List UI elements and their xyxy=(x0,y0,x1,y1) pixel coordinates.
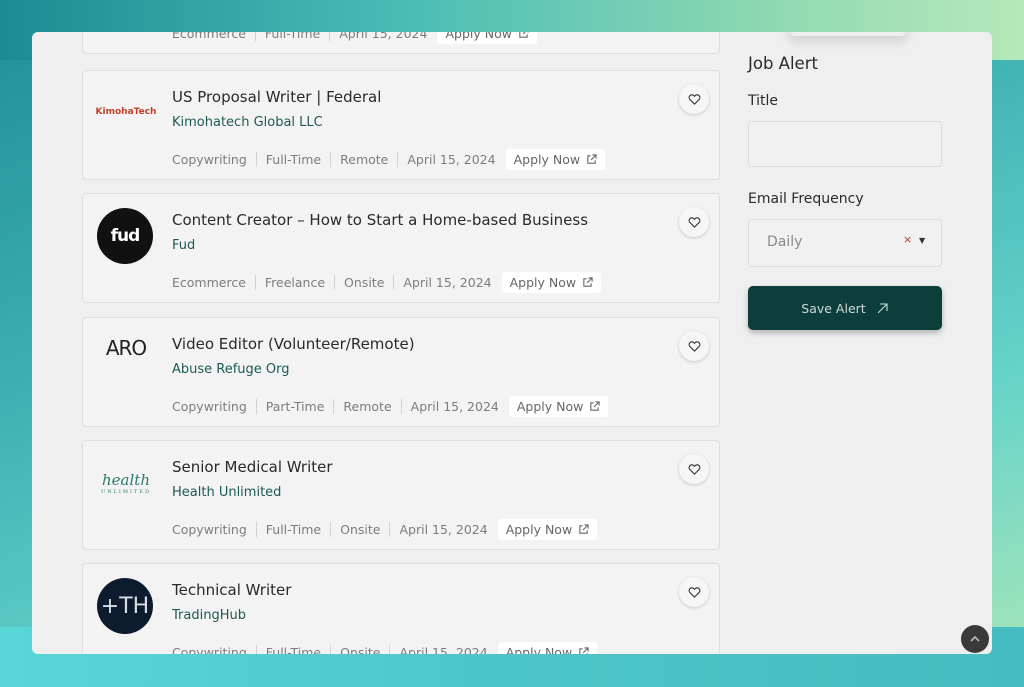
external-link-icon xyxy=(579,647,589,654)
job-meta: Ecommerce Full-Time April 15, 2024 Apply… xyxy=(172,32,537,44)
job-list: Ecommerce Full-Time April 15, 2024 Apply… xyxy=(82,32,720,654)
job-location: Onsite xyxy=(340,645,391,654)
job-type: Part-Time xyxy=(266,399,335,414)
apply-now-button[interactable]: Apply Now xyxy=(508,396,609,417)
arrow-up-right-icon xyxy=(877,302,888,313)
job-title[interactable]: Content Creator – How to Start a Home-ba… xyxy=(172,211,588,229)
job-type: Full-Time xyxy=(266,645,332,654)
apply-now-button[interactable]: Apply Now xyxy=(501,272,602,293)
external-link-icon xyxy=(590,401,601,411)
apply-now-label: Apply Now xyxy=(505,522,573,537)
company-logo-text: health xyxy=(102,471,150,489)
external-link-icon xyxy=(519,32,529,38)
external-link-icon xyxy=(583,277,593,287)
company-logo: ARO xyxy=(95,336,157,360)
job-type: Full-Time xyxy=(265,32,331,41)
heart-icon xyxy=(688,463,700,475)
job-meta: Copywriting Full-Time Onsite April 15, 2… xyxy=(172,519,598,540)
job-category: Copywriting xyxy=(172,399,257,414)
heart-icon xyxy=(688,216,700,228)
company-logo-text: ARO xyxy=(105,336,147,360)
company-logo: health UNLIMITED xyxy=(95,471,157,495)
company-logo-subtext: UNLIMITED xyxy=(101,489,151,495)
company-name[interactable]: Fud xyxy=(172,238,195,253)
favorite-button[interactable] xyxy=(679,207,709,237)
job-category: Copywriting xyxy=(172,645,257,654)
app-window: Ecommerce Full-Time April 15, 2024 Apply… xyxy=(32,32,992,654)
job-alert-heading: Job Alert xyxy=(748,54,818,73)
job-type: Full-Time xyxy=(266,152,332,167)
favorite-button[interactable] xyxy=(679,454,709,484)
job-card[interactable]: fud Content Creator – How to Start a Hom… xyxy=(82,193,720,303)
company-name[interactable]: TradingHub xyxy=(172,608,246,623)
job-card[interactable]: KimohaTech US Proposal Writer | Federal … xyxy=(82,70,720,180)
chevron-up-icon xyxy=(970,635,980,642)
apply-now-button[interactable]: Apply Now xyxy=(505,149,606,170)
apply-now-label: Apply Now xyxy=(505,645,573,654)
job-title[interactable]: Senior Medical Writer xyxy=(172,458,333,476)
apply-now-label: Apply Now xyxy=(513,152,581,167)
job-card[interactable]: health UNLIMITED Senior Medical Writer H… xyxy=(82,440,720,550)
job-card: Ecommerce Full-Time April 15, 2024 Apply… xyxy=(82,32,720,54)
email-frequency-select[interactable]: Daily × ▼ xyxy=(748,219,942,267)
job-date: April 15, 2024 xyxy=(399,522,488,537)
job-location: Remote xyxy=(340,152,399,167)
company-logo: fud xyxy=(97,208,153,264)
favorite-button[interactable] xyxy=(679,84,709,114)
external-link-icon xyxy=(587,154,597,164)
favorite-button[interactable] xyxy=(679,331,709,361)
job-meta: Copywriting Full-Time Remote April 15, 2… xyxy=(172,149,606,170)
email-frequency-label: Email Frequency xyxy=(748,191,864,207)
job-category: Copywriting xyxy=(172,152,257,167)
job-category: Ecommerce xyxy=(172,275,256,290)
save-alert-button[interactable]: Save Alert xyxy=(748,286,942,330)
company-logo: KimohaTech xyxy=(95,107,157,117)
job-location: Onsite xyxy=(344,275,395,290)
clear-selection-icon[interactable]: × xyxy=(903,233,912,246)
job-title[interactable]: US Proposal Writer | Federal xyxy=(172,88,381,106)
apply-now-button[interactable]: Apply Now xyxy=(437,32,537,44)
external-link-icon xyxy=(579,524,589,534)
job-type: Freelance xyxy=(265,275,336,290)
title-label: Title xyxy=(748,93,779,109)
job-date: April 15, 2024 xyxy=(407,152,496,167)
scroll-to-top-button[interactable] xyxy=(961,625,989,653)
alert-title-input[interactable] xyxy=(748,121,942,167)
apply-now-label: Apply Now xyxy=(516,399,584,414)
job-location: Onsite xyxy=(340,522,391,537)
favorite-button[interactable] xyxy=(679,577,709,607)
job-meta: Ecommerce Freelance Onsite April 15, 202… xyxy=(172,272,602,293)
job-meta: Copywriting Part-Time Remote April 15, 2… xyxy=(172,396,609,417)
heart-icon xyxy=(688,93,700,105)
company-name[interactable]: Kimohatech Global LLC xyxy=(172,115,323,130)
apply-now-button[interactable]: Apply Now xyxy=(497,642,598,654)
email-frequency-value: Daily xyxy=(767,234,803,250)
job-meta: Copywriting Full-Time Onsite April 15, 2… xyxy=(172,642,598,654)
job-category: Copywriting xyxy=(172,522,257,537)
heart-icon xyxy=(688,340,700,352)
job-title[interactable]: Technical Writer xyxy=(172,581,291,599)
job-location: Remote xyxy=(343,399,402,414)
company-name[interactable]: Abuse Refuge Org xyxy=(172,362,290,377)
job-date: April 15, 2024 xyxy=(410,399,499,414)
sidebar-top-edge xyxy=(788,32,908,36)
save-alert-label: Save Alert xyxy=(801,300,866,316)
company-name[interactable]: Health Unlimited xyxy=(172,485,281,500)
job-date: April 15, 2024 xyxy=(399,645,488,654)
apply-now-button[interactable]: Apply Now xyxy=(497,519,598,540)
company-logo: +TH xyxy=(97,578,153,634)
job-title[interactable]: Video Editor (Volunteer/Remote) xyxy=(172,335,415,353)
heart-icon xyxy=(688,586,700,598)
apply-now-label: Apply Now xyxy=(445,32,512,41)
apply-now-label: Apply Now xyxy=(509,275,577,290)
job-date: April 15, 2024 xyxy=(339,32,428,41)
job-card[interactable]: ARO Video Editor (Volunteer/Remote) Abus… xyxy=(82,317,720,427)
job-type: Full-Time xyxy=(266,522,332,537)
job-date: April 15, 2024 xyxy=(403,275,492,290)
chevron-down-icon: ▼ xyxy=(919,236,926,245)
job-card[interactable]: +TH Technical Writer TradingHub Copywrit… xyxy=(82,563,720,654)
job-category: Ecommerce xyxy=(172,32,256,41)
